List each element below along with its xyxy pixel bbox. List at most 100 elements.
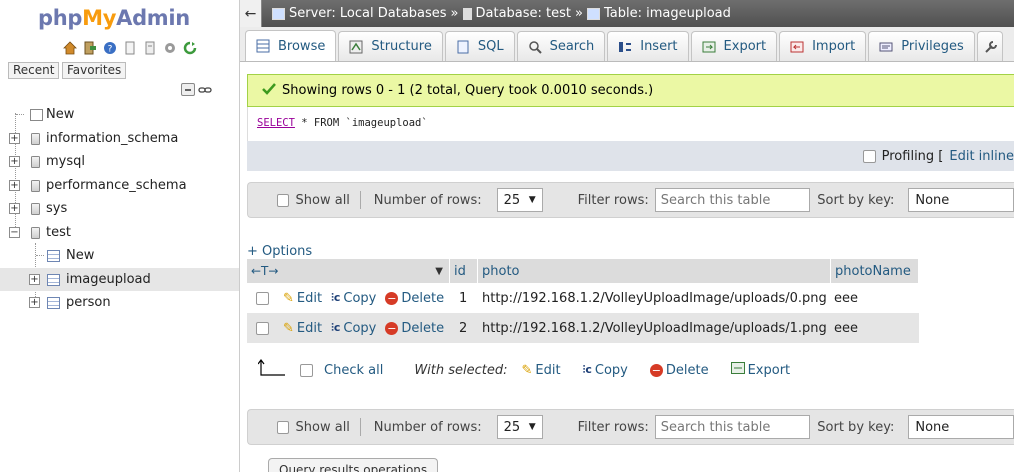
tree-item-performance-schema[interactable]: + performance_schema	[0, 174, 239, 198]
delete-icon: −	[385, 321, 399, 335]
database-tree: New + information_schema + mysql + perfo…	[0, 103, 239, 315]
profiling-bar: Profiling [ Edit inline	[247, 141, 1014, 171]
delete-row-button[interactable]: − Delete	[385, 291, 444, 306]
logout-icon[interactable]	[82, 40, 98, 56]
expand-icon[interactable]: +	[29, 273, 40, 285]
row-checkbox[interactable]	[256, 321, 269, 335]
docs-icon[interactable]	[122, 40, 138, 56]
edit-inline-link[interactable]: Edit inline	[949, 149, 1014, 164]
expand-icon[interactable]: +	[9, 179, 20, 191]
table-icon	[47, 297, 60, 309]
recent-tab[interactable]: Recent	[8, 62, 60, 79]
cell-photo[interactable]: http://192.168.1.2/VolleyUploadImage/upl…	[482, 321, 827, 336]
results-navbar-bottom: Show all Number of rows: 25 ▼ Filter rows…	[247, 409, 1014, 445]
show-all-checkbox[interactable]	[277, 420, 289, 434]
query-results-operations-tab[interactable]: Query results operations	[268, 458, 439, 472]
nav-icon-bar: ?	[62, 40, 198, 56]
expand-icon[interactable]: +	[9, 203, 20, 214]
cell-photo[interactable]: http://192.168.1.2/VolleyUploadImage/upl…	[482, 291, 827, 306]
expand-icon[interactable]: +	[9, 132, 20, 144]
copy-row-button[interactable]: ⫶c Copy	[331, 321, 376, 336]
number-of-rows-select[interactable]: 25 ▼	[496, 415, 543, 439]
delete-row-button[interactable]: − Delete	[385, 321, 444, 336]
svg-text:?: ?	[108, 45, 113, 55]
tab-sql[interactable]: SQL	[444, 31, 515, 61]
tab-structure[interactable]: Structure	[338, 31, 443, 61]
show-all-checkbox[interactable]	[277, 193, 289, 207]
bulk-export-button[interactable]: Export	[730, 362, 790, 378]
copy-icon: ⫶c	[582, 363, 592, 376]
home-icon[interactable]	[62, 40, 78, 56]
insert-icon	[618, 40, 632, 54]
with-selected-label: With selected:	[414, 362, 508, 378]
column-header-photo[interactable]: photo	[478, 259, 831, 283]
gear-icon[interactable]	[162, 40, 178, 56]
favorites-tab[interactable]: Favorites	[62, 62, 127, 79]
tree-item-new-table[interactable]: New	[0, 244, 239, 268]
sort-by-key-select[interactable]: None	[908, 188, 1014, 212]
wrench-icon	[984, 40, 998, 54]
options-link[interactable]: + Options	[247, 244, 312, 259]
sql-query-box: SELECT * FROM `imageupload`	[247, 107, 1014, 141]
bulk-edit-button[interactable]: ✎ Edit	[522, 363, 561, 378]
cell-id[interactable]: 1	[459, 291, 467, 306]
copy-icon: ⫶c	[331, 291, 341, 304]
filter-rows-input[interactable]: Search this table	[654, 188, 811, 212]
edit-row-button[interactable]: ✎ Edit	[283, 291, 322, 306]
profiling-label: Profiling [	[881, 148, 944, 164]
pencil-icon: ✎	[283, 290, 294, 306]
export-icon	[702, 40, 716, 54]
tree-item-mysql[interactable]: + mysql	[0, 150, 239, 174]
sort-dropdown-icon[interactable]: ▼	[435, 266, 443, 277]
tab-insert[interactable]: Insert	[607, 31, 689, 61]
reload-icon[interactable]	[182, 40, 198, 56]
tree-item-test[interactable]: − test	[0, 221, 239, 245]
link-icon[interactable]	[198, 83, 212, 96]
tree-item-person[interactable]: + person	[0, 291, 239, 315]
profiling-checkbox[interactable]	[862, 149, 876, 163]
column-header-id[interactable]: id	[450, 259, 478, 283]
breadcrumb-database[interactable]: Database: test	[476, 6, 572, 21]
tree-item-sys[interactable]: + sys	[0, 197, 239, 221]
bulk-copy-button[interactable]: ⫶c Copy	[583, 363, 628, 378]
tree-item-information-schema[interactable]: + information_schema	[0, 127, 239, 151]
breadcrumb-server[interactable]: Server: Local Databases	[289, 6, 447, 21]
bulk-delete-button[interactable]: − Delete	[649, 363, 709, 378]
tree-item-new[interactable]: New	[0, 103, 239, 127]
number-of-rows-select[interactable]: 25 ▼	[496, 188, 543, 212]
column-resize-icon[interactable]: ←T→	[251, 264, 278, 278]
show-all-label: Show all	[295, 192, 350, 208]
back-arrow-icon[interactable]: ←	[240, 0, 262, 27]
expand-icon[interactable]: +	[9, 156, 20, 167]
browse-icon	[256, 39, 270, 53]
tab-search[interactable]: Search	[516, 31, 606, 61]
copy-icon: ⫶c	[331, 321, 341, 334]
edit-row-button[interactable]: ✎ Edit	[283, 321, 322, 336]
help-icon[interactable]: ?	[102, 40, 118, 56]
sql-keyword[interactable]: SELECT	[257, 117, 295, 129]
tab-browse[interactable]: Browse	[245, 30, 337, 61]
phpmyadmin-logo[interactable]: phpMyAdmin	[38, 6, 190, 30]
filter-rows-input[interactable]: Search this table	[654, 415, 811, 439]
column-header-photoname[interactable]: photoName	[831, 259, 919, 283]
cell-photoname[interactable]: eee	[834, 291, 858, 306]
tree-item-imageupload[interactable]: + imageupload	[0, 267, 239, 291]
new-table-icon	[47, 250, 60, 262]
cell-id[interactable]: 2	[459, 321, 467, 336]
success-message: Showing rows 0 - 1 (2 total, Query took …	[247, 74, 1014, 107]
collapse-all-icon[interactable]	[181, 83, 195, 96]
collapse-icon[interactable]: −	[9, 226, 20, 238]
cell-photoname[interactable]: eee	[834, 321, 858, 336]
row-checkbox[interactable]	[256, 291, 269, 305]
breadcrumb-table[interactable]: Table: imageupload	[604, 6, 731, 21]
tab-import[interactable]: Import	[779, 31, 867, 61]
expand-icon[interactable]: +	[29, 297, 40, 308]
check-all-checkbox[interactable]	[300, 363, 313, 377]
tab-privileges[interactable]: Privileges	[868, 31, 975, 61]
tab-export[interactable]: Export	[690, 31, 778, 61]
tab-operations[interactable]	[976, 31, 1003, 61]
check-all-label[interactable]: Check all	[324, 363, 383, 378]
copy-row-button[interactable]: ⫶c Copy	[331, 291, 376, 306]
docs-sql-icon[interactable]	[142, 40, 158, 56]
sort-by-key-select[interactable]: None	[908, 415, 1014, 439]
